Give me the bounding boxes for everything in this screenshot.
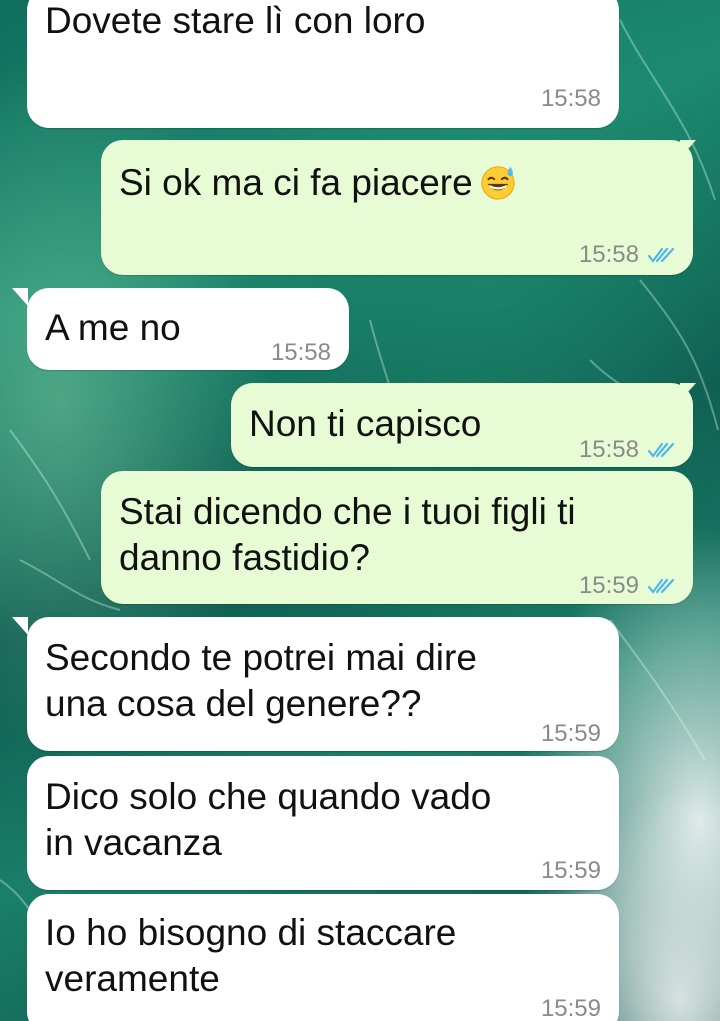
message-text: Stai dicendo che i tuoi figli ti danno f… bbox=[119, 491, 576, 578]
message-timestamp: 15:59 bbox=[578, 572, 639, 599]
message-bubble-incoming[interactable]: Dovete stare lì con loro 15:58 bbox=[27, 0, 619, 128]
message-timestamp: 15:59 bbox=[540, 857, 601, 884]
grinning-sweat-emoji bbox=[481, 166, 515, 200]
message-timestamp: 15:58 bbox=[578, 241, 639, 268]
message-timestamp: 15:58 bbox=[540, 85, 601, 112]
message-text: Secondo te potrei mai dire una cosa del … bbox=[45, 637, 477, 724]
message-meta: 15:58 bbox=[579, 427, 675, 473]
message-text: Io ho bisogno di staccare veramente bbox=[45, 912, 457, 999]
message-bubble-incoming[interactable]: Io ho bisogno di staccare veramente 15:5… bbox=[27, 894, 619, 1021]
message-bubble-outgoing[interactable]: Si ok ma ci fa piacere 15:58 bbox=[101, 140, 693, 275]
message-bubble-outgoing[interactable]: Non ti capisco 15:58 bbox=[231, 383, 693, 467]
double-check-icon bbox=[647, 442, 675, 458]
message-text: Dico solo che quando vado in vacanza bbox=[45, 776, 492, 863]
message-meta: 15:58 bbox=[579, 232, 675, 278]
message-text: Dovete stare lì con loro bbox=[45, 0, 426, 41]
bubble-tail bbox=[12, 617, 28, 635]
message-text: Si ok ma ci fa piacere bbox=[119, 160, 517, 206]
message-text: A me no bbox=[45, 307, 181, 348]
message-meta: 15:59 bbox=[579, 563, 675, 609]
message-timestamp: 15:59 bbox=[540, 995, 601, 1021]
message-bubble-incoming[interactable]: Dico solo che quando vado in vacanza 15:… bbox=[27, 756, 619, 890]
bubble-tail bbox=[12, 288, 28, 306]
double-check-icon bbox=[647, 247, 675, 263]
message-text: Non ti capisco bbox=[249, 403, 482, 444]
message-timestamp: 15:58 bbox=[578, 436, 639, 463]
message-timestamp: 15:58 bbox=[270, 339, 331, 366]
double-check-icon bbox=[647, 578, 675, 594]
message-timestamp: 15:59 bbox=[540, 720, 601, 747]
message-bubble-incoming[interactable]: A me no 15:58 bbox=[27, 288, 349, 370]
message-bubble-outgoing[interactable]: Stai dicendo che i tuoi figli ti danno f… bbox=[101, 471, 693, 604]
message-bubble-incoming[interactable]: Secondo te potrei mai dire una cosa del … bbox=[27, 617, 619, 751]
